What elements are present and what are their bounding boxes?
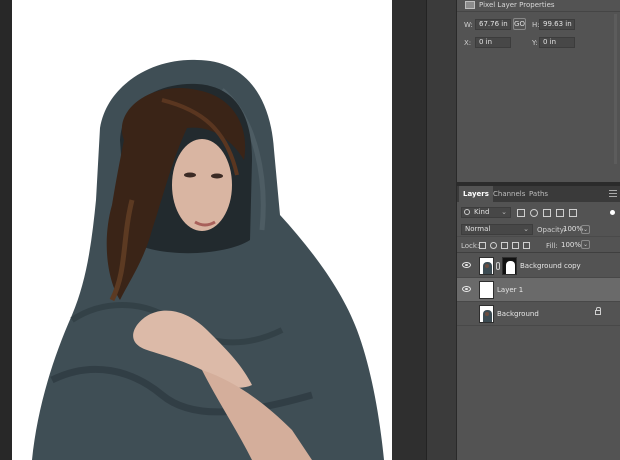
filter-toggle-icon[interactable]: [610, 210, 615, 215]
filter-adjustment-icon[interactable]: [530, 209, 538, 217]
visibility-off-slot[interactable]: [462, 310, 471, 316]
blend-mode-dropdown[interactable]: Normal ⌄: [461, 224, 533, 235]
eye-icon[interactable]: [462, 286, 471, 292]
filter-pixel-icon[interactable]: [517, 209, 525, 217]
y-field[interactable]: 0 in: [539, 37, 575, 48]
filter-smart-object-icon[interactable]: [569, 209, 577, 217]
layer-row-background[interactable]: Background: [457, 302, 620, 326]
layer-thumbnail: [479, 281, 494, 299]
chevron-down-icon: ⌄: [501, 208, 507, 216]
fill-dropdown-icon[interactable]: ⌄: [581, 240, 590, 249]
x-field[interactable]: 0 in: [475, 37, 511, 48]
x-label: X:: [464, 39, 472, 47]
opacity-dropdown-icon[interactable]: ⌄: [581, 225, 590, 234]
mask-link-icon[interactable]: [496, 262, 500, 270]
size-row: W: 67.76 in GO H: 99.63 in: [457, 18, 620, 31]
lock-all-icon[interactable]: [523, 242, 530, 249]
face-shape: [172, 139, 232, 231]
pasteboard: [392, 0, 426, 460]
eye-right: [211, 173, 223, 179]
y-label: Y:: [532, 39, 538, 47]
layer-row-layer-1[interactable]: Layer 1: [457, 278, 620, 302]
fill-value[interactable]: 100%: [561, 240, 581, 251]
lock-artboard-icon[interactable]: [512, 242, 519, 249]
properties-header: Pixel Layer Properties: [457, 0, 620, 12]
layer-list: Background copy Layer 1 Background: [457, 254, 620, 334]
position-row: X: 0 in Y: 0 in: [457, 37, 620, 49]
layer-row-background-copy[interactable]: Background copy: [457, 254, 620, 278]
eye-icon[interactable]: [462, 262, 471, 268]
lock-transparent-icon[interactable]: [479, 242, 486, 249]
link-dimensions-button[interactable]: GO: [513, 18, 526, 30]
pixel-layer-icon: [465, 1, 475, 9]
opacity-value[interactable]: 100%: [563, 224, 583, 235]
lock-icon: [595, 307, 601, 315]
document-canvas[interactable]: [12, 0, 392, 460]
panel-dock-gutter: [426, 0, 456, 460]
eye-left: [184, 172, 196, 178]
blend-opacity-row: Normal ⌄ Opacity: 100% ⌄: [457, 224, 620, 237]
photo-woman-in-scarf: [32, 59, 384, 460]
properties-scrollbar[interactable]: [614, 14, 617, 164]
width-label: W:: [464, 21, 473, 29]
tab-channels[interactable]: Channels: [489, 186, 529, 202]
layer-name: Layer 1: [497, 286, 524, 294]
height-field[interactable]: 99.63 in: [539, 19, 575, 30]
panel-tabbar: Layers Channels Paths: [457, 186, 620, 202]
layer-name: Background copy: [520, 262, 581, 270]
panel-menu-icon[interactable]: [609, 190, 617, 197]
layer-mask-thumbnail[interactable]: [502, 257, 517, 275]
filter-shape-icon[interactable]: [556, 209, 564, 217]
lock-label: Lock:: [461, 242, 480, 250]
layer-filter-row: Kind ⌄: [457, 206, 620, 220]
layers-panel: Layers Channels Paths Kind ⌄ Normal ⌄ Op…: [456, 184, 620, 460]
fill-label: Fill:: [546, 242, 558, 250]
layer-name: Background: [497, 310, 539, 318]
properties-title: Pixel Layer Properties: [479, 1, 555, 9]
lock-position-icon[interactable]: [501, 242, 508, 249]
search-icon: [464, 209, 470, 215]
filter-kind-dropdown[interactable]: Kind ⌄: [461, 207, 511, 218]
filter-type-icon[interactable]: [543, 209, 551, 217]
blend-mode-value: Normal: [465, 225, 491, 233]
layer-thumbnail: [479, 305, 494, 323]
opacity-label: Opacity:: [537, 226, 566, 234]
tab-layers[interactable]: Layers: [459, 186, 493, 202]
layer-thumbnail: [479, 257, 494, 275]
lock-row: Lock: Fill: 100% ⌄: [457, 239, 620, 253]
filter-kind-label: Kind: [474, 208, 490, 216]
toolbar-strip: [0, 0, 12, 460]
tab-paths[interactable]: Paths: [525, 186, 552, 202]
lock-image-icon[interactable]: [490, 242, 497, 249]
properties-panel: Pixel Layer Properties W: 67.76 in GO H:…: [456, 0, 620, 182]
width-field[interactable]: 67.76 in: [475, 19, 511, 30]
chevron-down-icon: ⌄: [523, 225, 529, 233]
